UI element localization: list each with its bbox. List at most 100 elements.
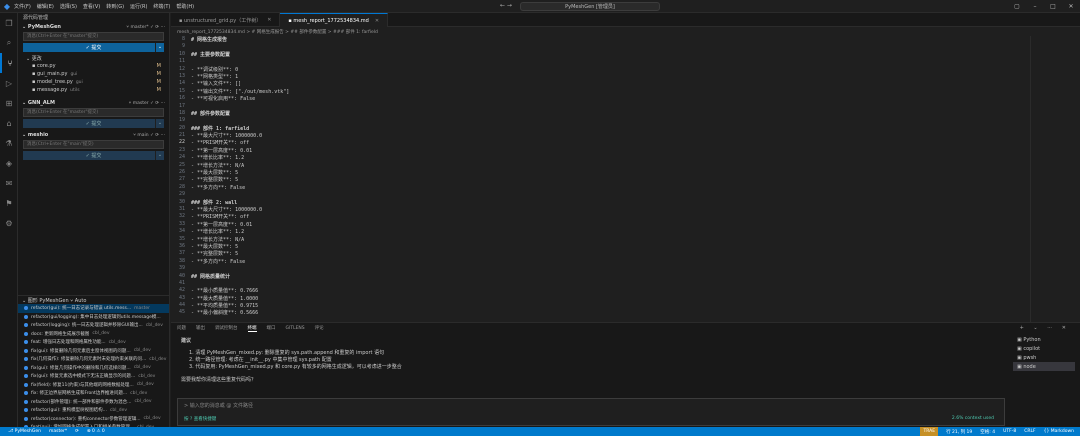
graph-commit[interactable]: refactor(gui/logging): 集中日志处理逻辑到utils.me… (18, 313, 169, 322)
search-icon[interactable]: ⌕ (0, 33, 18, 53)
repo-branch[interactable]: ⑂ master ✓ ⟳ ⋯ (129, 100, 165, 106)
panel-tab[interactable]: 终端 (247, 325, 257, 332)
code-line[interactable]: 11 (171, 58, 1031, 65)
minimize-icon[interactable]: – (1026, 3, 1044, 10)
code-line[interactable]: 30 ### 部件 2: wall (171, 199, 1031, 206)
tab-close-icon[interactable]: ✕ (267, 17, 271, 23)
commit-dropdown-icon[interactable]: ⌄ (155, 119, 164, 128)
code-line[interactable]: 45 - **最小偏斜度**: 0.5666 (171, 309, 1031, 316)
tab-close-icon[interactable]: ✕ (375, 18, 379, 24)
code-line[interactable]: 35 - **增长方法**: N/A (171, 236, 1031, 243)
code-line[interactable]: 36 - **最大层数**: 5 (171, 243, 1031, 250)
menu-item[interactable]: 运行(R) (130, 4, 147, 10)
code-line[interactable]: 33 - **第一层高度**: 0.01 (171, 221, 1031, 228)
changed-file[interactable]: ▪ model_tree.py gui M (18, 78, 169, 86)
status-item[interactable]: ⊗ 0 ⚠ 0 (87, 429, 105, 434)
status-item[interactable]: 空格: 4 (980, 429, 995, 435)
bookmark-icon[interactable]: ⚑ (0, 193, 18, 213)
graph-commit[interactable]: refactor(logging): 统一日志处理逻辑并移除GUI输出... cb… (18, 321, 169, 330)
code-line[interactable]: 42 - **最小质量值**: 0.7666 (171, 287, 1031, 294)
settings-sync-icon[interactable]: ⚙ (0, 213, 18, 233)
status-item[interactable]: 行 21, 列 19 (946, 429, 972, 435)
minimap[interactable] (1030, 36, 1080, 322)
graph-commit[interactable]: refactor(gui): 统一日志记录与错误 utils.mess... ma… (18, 304, 169, 313)
code-line[interactable]: 41 (171, 280, 1031, 287)
chat-input-placeholder[interactable]: > 输入您的消息或 @ 文件路径 (184, 402, 253, 409)
repo-branch[interactable]: ⑂ main ✓ ⟳ ⋯ (133, 132, 165, 138)
repo-header[interactable]: ⌄ PyMeshGen ⑂ master* ✓ ⟳ ⋯ (18, 22, 169, 31)
commit-button[interactable]: ✓ 提交 ⌄ (23, 119, 164, 128)
code-line[interactable]: 14 - **输入文件**: [] (171, 80, 1031, 87)
status-item[interactable]: master* (49, 429, 67, 434)
commit-message-input[interactable]: 消息(Ctrl+Enter 在"master"提交) (23, 108, 164, 117)
commit-button[interactable]: ✓ 提交 ⌄ (23, 43, 164, 52)
graph-commit[interactable]: fix(几何操作): 修复删除几何元素时未处理约束关联的问... cbl_dev (18, 355, 169, 364)
commit-message-input[interactable]: 消息(Ctrl+Enter 在"master"提交) (23, 32, 164, 41)
panel-tab[interactable]: GITLENS (286, 326, 305, 331)
status-badge[interactable]: TRAE (920, 427, 939, 436)
changed-file[interactable]: ▪ gui_main.py gui M (18, 70, 169, 78)
code-line[interactable]: 25 - **增长方法**: N/A (171, 162, 1031, 169)
menu-item[interactable]: 终端(T) (153, 4, 170, 10)
status-item[interactable]: {} Markdown (1044, 429, 1074, 434)
code-line[interactable]: 32 - **PRISM开关**: off (171, 213, 1031, 220)
changes-header[interactable]: ⌄ 更改 (18, 54, 169, 62)
code-line[interactable]: 28 - **多方向**: False (171, 184, 1031, 191)
commit-message-input[interactable]: 消息(Ctrl+Enter 在"main"提交) (23, 140, 164, 149)
terminal-item[interactable]: ▣ Python (1013, 335, 1075, 344)
repo-header[interactable]: ⌄ GNN_ALM ⑂ master ✓ ⟳ ⋯ (18, 98, 169, 107)
code-line[interactable]: 43 - **最大质量值**: 1.0000 (171, 295, 1031, 302)
panel-tab[interactable]: 输出 (196, 325, 205, 331)
breadcrumb[interactable]: mesh_report_1772534834.md > # 网格生成报告 > #… (171, 27, 1080, 36)
status-item[interactable]: ⟳ (75, 429, 79, 434)
layout-icon[interactable]: ▢ (1008, 3, 1026, 10)
remote-icon[interactable]: ⌂ (0, 113, 18, 133)
close-icon[interactable]: ✕ (1062, 3, 1080, 10)
code-line[interactable]: 12 - **调试级别**: 0 (171, 66, 1031, 73)
commit-dropdown-icon[interactable]: ⌄ (155, 151, 164, 160)
code-line[interactable]: 10 ## 主要参数配置 (171, 51, 1031, 58)
menu-item[interactable]: 转到(G) (106, 4, 124, 10)
status-item[interactable]: ⎇ PyMeshGen (8, 429, 41, 434)
testing-icon[interactable]: ⚗ (0, 133, 18, 153)
code-line[interactable]: 37 - **完整层数**: 5 (171, 250, 1031, 257)
repo-branch[interactable]: ⑂ master* ✓ ⟳ ⋯ (126, 24, 165, 30)
panel-tab[interactable]: 问题 (177, 325, 186, 331)
graph-commit[interactable]: fix(field): 修复11(约束)与其他端的网格数据处理... cbl_de… (18, 381, 169, 390)
commit-button[interactable]: ✓ 提交 ⌄ (23, 151, 164, 160)
code-line[interactable]: 23 - **第一层高度**: 0.01 (171, 147, 1031, 154)
nav-arrows[interactable]: ← → (500, 2, 512, 9)
chat-input-box[interactable]: > 输入您的消息或 @ 文件路径 按 ? 查看快捷键 2.6% context … (177, 398, 1005, 426)
source-control-icon[interactable]: ⑂ (0, 53, 18, 73)
menu-item[interactable]: 文件(F) (14, 4, 31, 10)
terminal-item[interactable]: ▣ copilot (1013, 344, 1075, 353)
code-line[interactable]: 9 (171, 43, 1031, 50)
code-line[interactable]: 19 (171, 117, 1031, 124)
graph-commit[interactable]: fix(gui): 修复元素选中模式下无法正确显示的问题... cbl_dev (18, 372, 169, 381)
code-line[interactable]: 31 - **最大尺寸**: 1000000.0 (171, 206, 1031, 213)
status-item[interactable]: UTF-8 (1003, 429, 1016, 434)
code-line[interactable]: 13 - **网格类型**: 1 (171, 73, 1031, 80)
code-line[interactable]: 34 - **增长比率**: 1.2 (171, 228, 1031, 235)
files-icon[interactable]: ❐ (0, 13, 18, 33)
panel-tab[interactable]: 端口 (267, 325, 276, 331)
editor-content[interactable]: 8 # 网格生成报告 9 10 ## 主要参数配置 11 12- **调试级别**: 0 13… (171, 36, 1031, 322)
panel-tools[interactable]: + ⌄ ⋯ ✕ (1020, 325, 1070, 331)
chat-icon[interactable]: ✉ (0, 173, 18, 193)
code-line[interactable]: 22 - **PRISM开关**: off (171, 139, 1031, 146)
repo-header[interactable]: ⌄ meshio ⑂ main ✓ ⟳ ⋯ (18, 130, 169, 139)
code-line[interactable]: 17 (171, 103, 1031, 110)
gitlens-icon[interactable]: ◈ (0, 153, 18, 173)
commit-dropdown-icon[interactable]: ⌄ (155, 43, 164, 52)
code-line[interactable]: 26 - **最大层数**: 5 (171, 169, 1031, 176)
changed-file[interactable]: ▪ core.py M (18, 62, 169, 70)
panel-tab[interactable]: 调试控制台 (215, 325, 238, 331)
code-line[interactable]: 16 - **可视化启用**: False (171, 95, 1031, 102)
graph-header[interactable]: ⌄ 图形 PyMeshGen ⑂ Auto (18, 295, 169, 304)
code-line[interactable]: 39 (171, 265, 1031, 272)
code-line[interactable]: 8 # 网格生成报告 (171, 36, 1031, 43)
graph-commit[interactable]: refactor(gui): 重构模型树视图结构... cbl_dev (18, 406, 169, 415)
menu-item[interactable]: 帮助(H) (176, 4, 194, 10)
command-center[interactable]: PyMeshGen [管理员] (520, 2, 660, 11)
graph-commit[interactable]: refactor(connector): 重构connector参数管理逻辑..… (18, 415, 169, 424)
